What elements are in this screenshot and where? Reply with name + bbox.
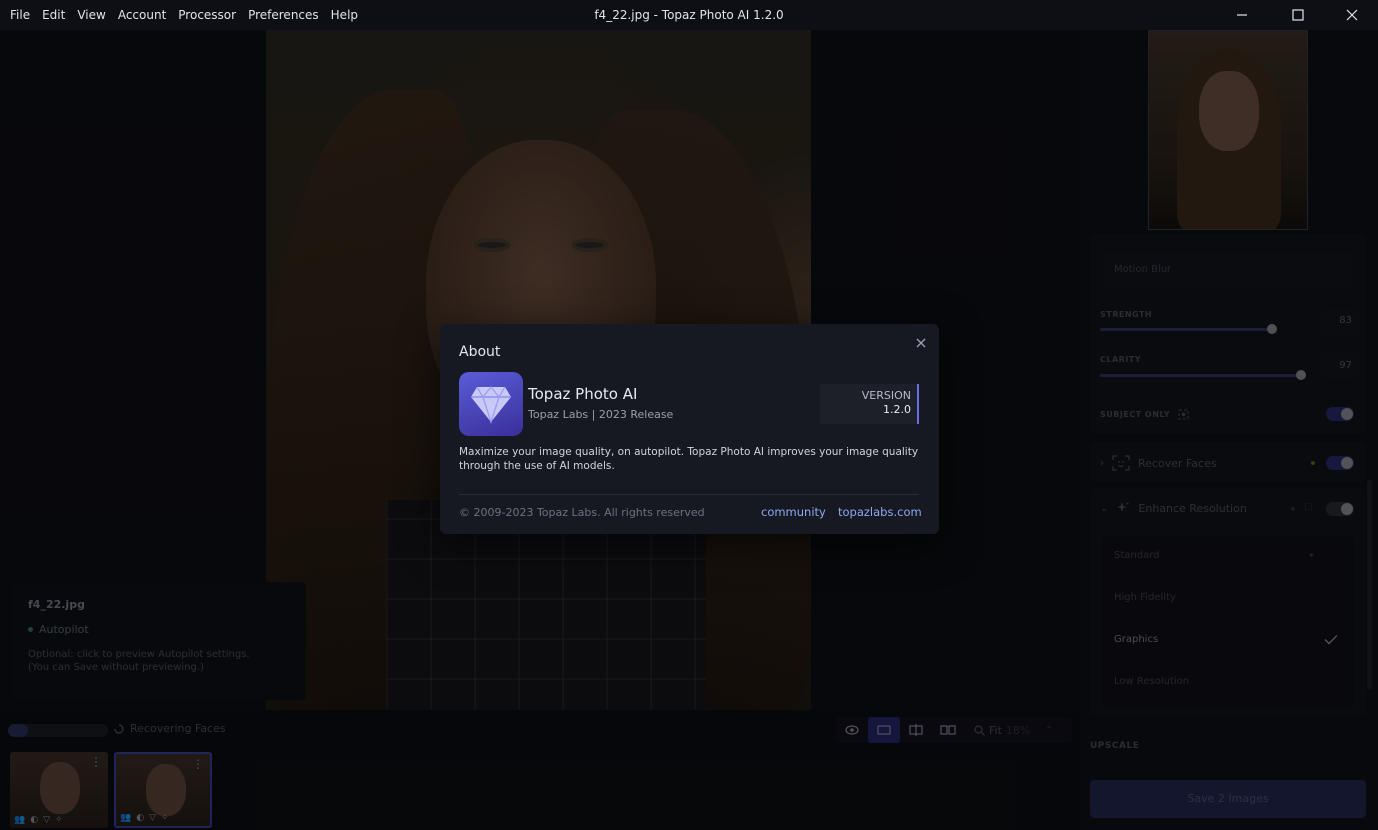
app-logo bbox=[459, 372, 523, 436]
title-bar: File Edit View Account Processor Prefere… bbox=[0, 0, 1378, 30]
diamond-icon bbox=[471, 385, 511, 424]
version-label: VERSION bbox=[861, 389, 911, 402]
community-link[interactable]: community bbox=[761, 505, 826, 519]
dialog-close-button[interactable] bbox=[912, 334, 930, 352]
minimize-button[interactable] bbox=[1219, 0, 1265, 30]
close-window-button[interactable] bbox=[1329, 0, 1375, 30]
menu-processor[interactable]: Processor bbox=[172, 0, 242, 30]
maximize-button[interactable] bbox=[1275, 0, 1321, 30]
website-link[interactable]: topazlabs.com bbox=[838, 505, 922, 519]
minimize-icon bbox=[1237, 14, 1247, 16]
app-name: Topaz Photo AI bbox=[528, 385, 638, 403]
app-window: File Edit View Account Processor Prefere… bbox=[0, 0, 1378, 830]
menu-bar: File Edit View Account Processor Prefere… bbox=[0, 0, 364, 30]
menu-preferences[interactable]: Preferences bbox=[242, 0, 325, 30]
divider bbox=[459, 494, 919, 495]
maximize-icon bbox=[1292, 9, 1304, 21]
menu-view[interactable]: View bbox=[71, 0, 111, 30]
version-box: VERSION 1.2.0 bbox=[820, 384, 919, 424]
menu-account[interactable]: Account bbox=[112, 0, 172, 30]
app-subtitle: Topaz Labs | 2023 Release bbox=[528, 408, 674, 421]
menu-help[interactable]: Help bbox=[325, 0, 364, 30]
app-description: Maximize your image quality, on autopilo… bbox=[459, 446, 919, 472]
about-dialog: About Topaz Photo AI Topaz Labs | 2023 R… bbox=[440, 324, 939, 534]
copyright-text: © 2009-2023 Topaz Labs. All rights reser… bbox=[459, 506, 705, 519]
version-number: 1.2.0 bbox=[883, 403, 911, 416]
menu-edit[interactable]: Edit bbox=[36, 0, 71, 30]
close-icon bbox=[916, 338, 926, 348]
menu-file[interactable]: File bbox=[4, 0, 36, 30]
dialog-title: About bbox=[459, 344, 501, 360]
close-icon bbox=[1346, 9, 1358, 21]
